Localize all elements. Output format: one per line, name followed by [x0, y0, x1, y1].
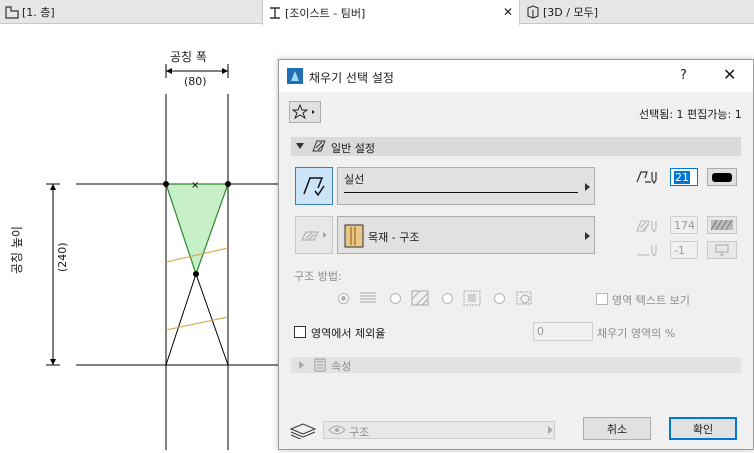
- view-tab-bar: [1. 층] [조이스트 - 팀버] ✕ [3D / 모두]: [0, 0, 754, 25]
- background-color-pen-icon: [637, 245, 657, 257]
- properties-section-header[interactable]: 속성: [291, 357, 741, 373]
- material-swatch-icon: [344, 224, 364, 248]
- pen-number-value: 21: [674, 171, 690, 184]
- structure-radio-profile[interactable]: [442, 293, 453, 304]
- monitor-button[interactable]: [707, 241, 737, 259]
- selection-status: 선택됨: 1 편집가능: 1: [639, 108, 742, 121]
- background-pen-field[interactable]: 174: [670, 216, 698, 234]
- section-icon: [270, 6, 280, 19]
- ok-label: 확인: [692, 422, 714, 436]
- tab-label: [조이스트 - 팀버]: [285, 6, 366, 20]
- background-fill-button[interactable]: [295, 216, 333, 254]
- general-settings-header[interactable]: 일반 설정: [291, 137, 741, 156]
- cancel-button[interactable]: 취소: [583, 417, 651, 440]
- popup-arrow-icon: [585, 232, 590, 240]
- width-dimension-value: (80): [184, 75, 207, 88]
- area-percent-field[interactable]: 0: [533, 322, 593, 341]
- width-dimension-label: 공칭 폭: [170, 50, 207, 64]
- eye-icon: [328, 425, 346, 435]
- profile-structure-icon: [463, 290, 481, 306]
- fill-pattern-icon: [303, 177, 325, 197]
- tab-3d[interactable]: [3D / 모두]: [521, 0, 754, 24]
- basic-structure-icon: [360, 292, 376, 303]
- area-percent-label: 채우기 영역의 %: [597, 327, 676, 340]
- layer-popup[interactable]: 구조: [323, 421, 555, 439]
- fill-type-button[interactable]: [295, 167, 333, 205]
- background-color-field[interactable]: -1: [670, 241, 698, 259]
- monitor-icon: [715, 244, 729, 256]
- pen-icon: [636, 171, 657, 185]
- background-pen-icon: [636, 220, 657, 233]
- dialog-close-icon[interactable]: ✕: [723, 65, 736, 84]
- fill-category-icon: [312, 140, 326, 152]
- collapse-triangle-icon: [296, 143, 304, 149]
- layer-name: 구조: [349, 426, 370, 439]
- tab-label: [3D / 모두]: [543, 6, 598, 19]
- tab-label: [1. 층]: [22, 6, 55, 19]
- popup-arrow-icon: [585, 183, 590, 191]
- hatch-swatch-icon: [711, 220, 733, 230]
- background-fill-icon: [301, 231, 327, 241]
- svg-text:×: ×: [191, 180, 199, 191]
- material-name: 목재 - 구조: [368, 231, 420, 244]
- section-view-canvas[interactable]: × 공칭 폭 (80) 공칭 높이 (240): [0, 24, 280, 450]
- structure-method-label: 구조 방법:: [294, 270, 342, 283]
- star-icon: [292, 104, 315, 120]
- custom-structure-icon: [516, 291, 532, 305]
- line-preview: [344, 192, 578, 193]
- help-button[interactable]: ?: [680, 68, 687, 83]
- exclude-from-area-label: 영역에서 제외율: [311, 327, 386, 340]
- floor-plan-icon: [5, 6, 19, 19]
- properties-icon: [314, 358, 326, 372]
- line-type-label: 실선: [344, 173, 365, 186]
- structure-radio-custom[interactable]: [494, 293, 505, 304]
- expand-triangle-icon: [299, 361, 304, 369]
- background-pattern-button[interactable]: [707, 216, 737, 234]
- cube-3d-icon: [527, 5, 539, 19]
- show-area-text-checkbox[interactable]: [596, 293, 608, 305]
- structure-radio-composite[interactable]: [390, 293, 401, 304]
- pen-color-swatch: [712, 172, 732, 182]
- popup-arrow-icon: [548, 426, 553, 434]
- dialog-title: 채우기 선택 설정: [309, 71, 394, 85]
- line-type-popup[interactable]: 실선: [337, 167, 595, 205]
- exclude-from-area-checkbox[interactable]: [294, 326, 306, 338]
- joist-section-drawing: ×: [46, 64, 280, 450]
- archicad-app-icon: [287, 68, 303, 84]
- fill-selection-settings-dialog: 채우기 선택 설정 ? ✕ 선택됨: 1 편집가능: 1 일반 설정 실선 21…: [278, 59, 754, 450]
- structure-radio-basic[interactable]: [338, 293, 349, 304]
- layer-icon: [289, 423, 317, 439]
- close-tab-icon[interactable]: ✕: [503, 5, 513, 19]
- ok-button[interactable]: 확인: [669, 417, 737, 440]
- pen-color-button[interactable]: [707, 168, 737, 186]
- favorites-button[interactable]: [289, 101, 321, 123]
- composite-structure-icon: [411, 290, 429, 306]
- tab-section-joist[interactable]: [조이스트 - 팀버] ✕: [262, 0, 520, 25]
- section-title: 일반 설정: [331, 142, 375, 155]
- cancel-label: 취소: [606, 422, 628, 436]
- tab-floor-plan[interactable]: [1. 층]: [0, 0, 262, 24]
- height-dimension-label: 공칭 높이: [10, 226, 24, 274]
- dialog-titlebar: 채우기 선택 설정 ? ✕: [279, 60, 753, 92]
- building-material-popup[interactable]: 목재 - 구조: [337, 216, 595, 254]
- show-area-text-label: 영역 텍스트 보기: [612, 294, 690, 307]
- pen-number-field[interactable]: 21: [670, 168, 698, 186]
- height-dimension-value: (240): [56, 242, 69, 272]
- section-title: 속성: [331, 360, 352, 373]
